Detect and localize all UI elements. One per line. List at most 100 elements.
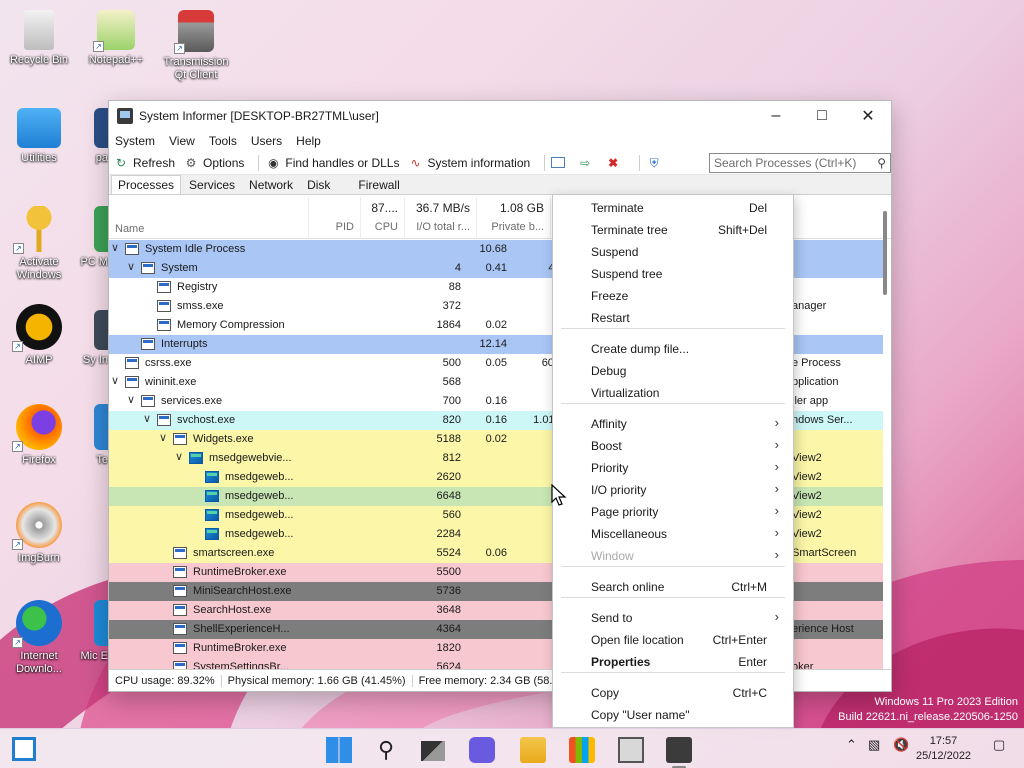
menu-item-restart[interactable]: Restart [553, 306, 793, 328]
elevate-button[interactable]: ⛨ [646, 156, 666, 170]
minimize-button[interactable]: – [753, 101, 799, 131]
volume-muted-icon[interactable]: 🔇 [893, 737, 909, 753]
menu-item-open-file-location[interactable]: Open file location Ctrl+Enter [553, 628, 793, 650]
desktop-icon-label: Transmission Qt Client [163, 56, 229, 81]
close-button[interactable]: ✕ [845, 101, 891, 131]
menu-item-terminate[interactable]: Terminate Del [553, 196, 793, 218]
column-io[interactable]: 36.7 MB/s I/O total r... [405, 197, 477, 239]
desktop-icon-firefox[interactable]: ↗ Firefox [1, 404, 77, 467]
desktop-icon-pcm[interactable]: PC M [72, 206, 108, 269]
tab-disk[interactable]: Disk [301, 176, 336, 194]
desktop-icon-utilities[interactable]: Utilities [1, 108, 77, 165]
refresh-button[interactable]: ↻ Refresh [113, 156, 175, 170]
tab-firewall[interactable]: Firewall [352, 176, 405, 194]
desktop-icon-recycle-bin[interactable]: Recycle Bin [1, 10, 77, 67]
column-private-bytes[interactable]: 1.08 GB Private b... [477, 197, 551, 239]
process-cpu: 0.05 [485, 357, 507, 369]
network-icon[interactable]: ▧ [868, 737, 880, 753]
task-view-icon[interactable] [421, 741, 445, 761]
menu-item-priority[interactable]: Priority › [553, 456, 793, 478]
notification-icon[interactable]: ▢ [993, 737, 1005, 753]
file-explorer-icon[interactable] [520, 737, 546, 763]
menu-item-page-priority[interactable]: Page priority › [553, 500, 793, 522]
widgets-icon[interactable] [12, 737, 36, 761]
clock[interactable]: 17:57 25/12/2022 [916, 734, 971, 764]
menu-item-label: Miscellaneous [591, 527, 668, 541]
desktop-icon-transmission[interactable]: ↗ Transmission Qt Client [158, 10, 234, 82]
menu-item-label: Window [591, 549, 634, 563]
menu-item-suspend-tree[interactable]: Suspend tree [553, 262, 793, 284]
menu-item-properties[interactable]: Properties Enter [553, 650, 793, 672]
column-pid[interactable]: PID [309, 197, 361, 239]
menu-item-suspend[interactable]: Suspend [553, 240, 793, 262]
column-name[interactable]: Name [109, 197, 309, 239]
find-handles-button[interactable]: ◉ Find handles or DLLs [265, 156, 399, 170]
desktop-icon-pa[interactable]: pa [72, 108, 108, 165]
menu-item-send-to[interactable]: Send to › [553, 606, 793, 628]
edge-process-icon [205, 471, 219, 483]
menu-item-copy-user-name[interactable]: Copy "User name" [553, 703, 793, 725]
process-name: RuntimeBroker.exe [193, 566, 287, 578]
desktop-icon-sy[interactable]: Sy In [72, 310, 108, 367]
edge-process-icon [189, 452, 203, 464]
system-information-button[interactable]: ∿ System information [407, 156, 530, 170]
vertical-scrollbar[interactable] [883, 211, 887, 295]
desktop-icon-imgburn[interactable]: ↗ ImgBurn [1, 502, 77, 565]
menu-item-terminate-tree[interactable]: Terminate tree Shift+Del [553, 218, 793, 240]
menu-tools[interactable]: Tools [209, 134, 237, 148]
menu-item-boost[interactable]: Boost › [553, 434, 793, 456]
desktop-icon-aimp[interactable]: ↗ AIMP [1, 304, 77, 367]
menu-item-copy[interactable]: Copy Ctrl+C [553, 681, 793, 703]
store-icon[interactable] [569, 737, 595, 763]
menu-users[interactable]: Users [251, 134, 282, 148]
process-pid: 5524 [436, 547, 461, 559]
expander-chevron-icon[interactable]: ∨ [175, 450, 183, 463]
menu-item-freeze[interactable]: Freeze [553, 284, 793, 306]
column-cpu[interactable]: 87.... CPU [361, 197, 405, 239]
desktop-icon-activate-windows[interactable]: ↗ Activate Windows [1, 206, 77, 282]
options-button[interactable]: ⚙ Options [183, 156, 245, 170]
menu-item-virtualization[interactable]: Virtualization [553, 381, 793, 403]
menu-item-affinity[interactable]: Affinity › [553, 412, 793, 434]
title-bar[interactable]: System Informer [DESKTOP-BR27TML\user] –… [109, 101, 891, 131]
search-input[interactable]: Search Processes (Ctrl+K) ⚲ [709, 153, 891, 173]
terminate-button[interactable]: ✖ [605, 156, 625, 170]
menu-item-debug[interactable]: Debug [553, 359, 793, 381]
chat-icon[interactable] [469, 737, 495, 763]
expander-chevron-icon[interactable]: ∨ [127, 260, 135, 273]
window-title: System Informer [DESKTOP-BR27TML\user] [139, 109, 379, 123]
desktop-icon-notepadpp[interactable]: ↗ Notepad++ [78, 10, 154, 67]
switch-window-button[interactable]: ⇨ [577, 156, 597, 170]
menu-item-label: Suspend [591, 245, 639, 259]
system-informer-taskbar-icon[interactable] [666, 737, 692, 768]
maximize-button[interactable]: □ [799, 101, 845, 131]
expander-chevron-icon[interactable]: ∨ [127, 393, 135, 406]
menu-item-create-dump-file[interactable]: Create dump file... [553, 337, 793, 359]
menu-item-label: Boost [591, 439, 622, 453]
tab-network[interactable]: Network [243, 176, 299, 194]
desktop-icon-internet-download[interactable]: ↗ Internet Downlo... [1, 600, 77, 676]
app-window-icon[interactable] [618, 737, 644, 763]
menu-system[interactable]: System [115, 134, 155, 148]
tab-processes[interactable]: Processes [111, 175, 182, 194]
menu-item-i-o-priority[interactable]: I/O priority › [553, 478, 793, 500]
menu-view[interactable]: View [169, 134, 195, 148]
process-pid: 5736 [436, 585, 461, 597]
desktop-icon-mic[interactable]: Mic E [72, 600, 108, 663]
process-icon [141, 338, 155, 350]
tab-services[interactable]: Services [183, 176, 241, 194]
start-icon[interactable] [326, 737, 352, 763]
desktop-icon-te[interactable]: Te [72, 404, 108, 467]
chevron-up-icon[interactable]: ⌃ [846, 737, 857, 753]
toolbar-separator [258, 154, 260, 171]
menu-help[interactable]: Help [296, 134, 321, 148]
expander-chevron-icon[interactable]: ∨ [111, 241, 119, 254]
toolbar-separator [544, 154, 546, 171]
expander-chevron-icon[interactable]: ∨ [143, 412, 151, 425]
expander-chevron-icon[interactable]: ∨ [111, 374, 119, 387]
menu-item-search-online[interactable]: Search online Ctrl+M [553, 575, 793, 597]
expander-chevron-icon[interactable]: ∨ [159, 431, 167, 444]
search-taskbar-icon[interactable]: ⚲ [373, 737, 399, 763]
window-list-button[interactable] [551, 157, 569, 168]
menu-item-miscellaneous[interactable]: Miscellaneous › [553, 522, 793, 544]
